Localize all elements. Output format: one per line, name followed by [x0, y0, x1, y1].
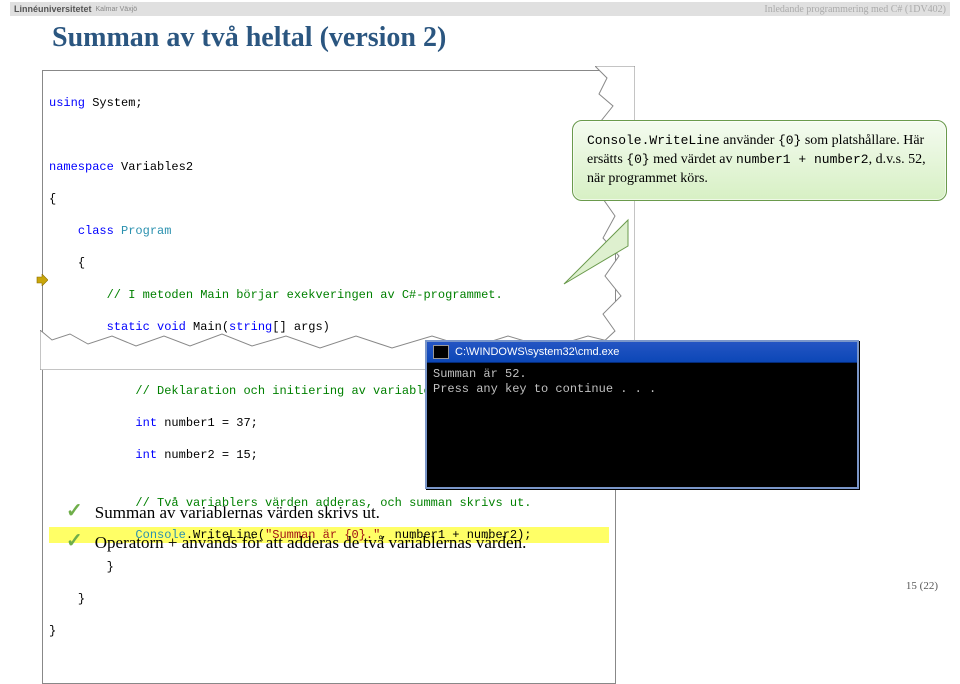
university-sub: Kalmar Växjö	[96, 6, 138, 13]
explanation-callout: Console.WriteLine använder {0} som plats…	[572, 120, 947, 201]
console-titlebar: C:\WINDOWS\system32\cmd.exe	[427, 342, 857, 363]
bullet-list: ✓ Summan av variablernas värden skrivs u…	[66, 498, 920, 558]
callout-pointer	[560, 218, 630, 288]
check-icon: ✓	[66, 498, 83, 524]
callout-code-1: Console.WriteLine	[587, 133, 720, 148]
page-number: 15 (22)	[906, 580, 938, 592]
bullet-item: ✓ Summan av variablernas värden skrivs u…	[66, 498, 920, 528]
logo: Linnéuniversitetet Kalmar Växjö	[14, 4, 137, 14]
course-code: Inledande programmering med C# (1DV402)	[764, 4, 946, 15]
bullet-text: Summan av variablernas värden skrivs ut.	[95, 498, 380, 528]
cmd-icon	[433, 345, 449, 359]
check-icon: ✓	[66, 528, 83, 554]
console-output: Summan är 52. Press any key to continue …	[427, 363, 857, 487]
execution-pointer-icon	[36, 274, 48, 286]
console-window: C:\WINDOWS\system32\cmd.exe Summan är 52…	[425, 340, 859, 489]
bullet-text: Operatorn + används för att adderas de t…	[95, 528, 527, 558]
console-title-text: C:\WINDOWS\system32\cmd.exe	[455, 346, 619, 358]
header-band: Linnéuniversitetet Kalmar Växjö Inledand…	[10, 2, 950, 16]
university-name: Linnéuniversitetet	[14, 4, 92, 14]
bullet-item: ✓ Operatorn + används för att adderas de…	[66, 528, 920, 558]
page-title: Summan av två heltal (version 2)	[52, 22, 446, 54]
